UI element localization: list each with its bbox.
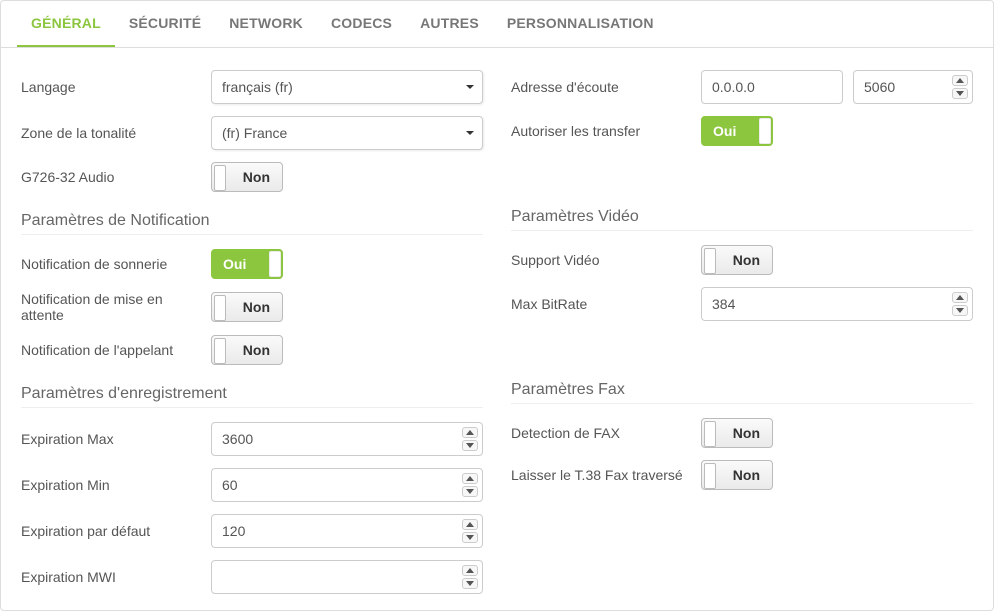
toggle-off-text: Non — [733, 252, 760, 268]
listen-port-field[interactable] — [864, 79, 962, 95]
chevron-down-icon — [466, 83, 474, 91]
spin-up[interactable] — [952, 75, 968, 86]
tab-general[interactable]: GÉNÉRAL — [17, 1, 115, 47]
toggle-handle — [704, 421, 716, 447]
spin-down[interactable] — [462, 486, 478, 497]
ring-notify-label: Notification de sonnerie — [21, 256, 211, 272]
tab-securite[interactable]: SÉCURITÉ — [115, 1, 215, 47]
listen-host-field[interactable] — [712, 79, 832, 95]
listen-port-input[interactable] — [853, 70, 973, 104]
video-heading: Paramètres Vidéo — [511, 208, 973, 226]
t38-passthrough-label: Laisser le T.38 Fax traversé — [511, 467, 701, 483]
spin-up[interactable] — [462, 519, 478, 530]
spinner — [952, 75, 968, 99]
spinner — [462, 519, 478, 543]
tonalite-select[interactable]: (fr) France — [211, 116, 483, 150]
toggle-off-text: Non — [733, 467, 760, 483]
expdef-field[interactable] — [222, 523, 472, 539]
toggle-on-text: Oui — [223, 256, 246, 272]
spin-up[interactable] — [952, 292, 968, 303]
expmax-field[interactable] — [222, 431, 472, 447]
chevron-down-icon — [466, 129, 474, 137]
tab-autres[interactable]: AUTRES — [406, 1, 493, 47]
listen-host-input[interactable] — [701, 70, 843, 104]
expmin-label: Expiration Min — [21, 477, 211, 493]
ring-notify-toggle[interactable]: Oui — [211, 249, 283, 279]
fax-detect-label: Detection de FAX — [511, 425, 701, 441]
video-support-toggle[interactable]: Non — [701, 245, 773, 275]
langage-select[interactable]: français (fr) — [211, 70, 483, 104]
expmin-input[interactable] — [211, 468, 483, 502]
tab-codecs[interactable]: CODECS — [317, 1, 406, 47]
spin-down[interactable] — [462, 440, 478, 451]
langage-select-value: français (fr) — [222, 79, 293, 95]
max-bitrate-input[interactable] — [701, 287, 973, 321]
spinner — [462, 565, 478, 589]
expmax-input[interactable] — [211, 422, 483, 456]
spin-up[interactable] — [462, 473, 478, 484]
cid-notify-toggle[interactable]: Non — [211, 335, 283, 365]
toggle-handle — [704, 463, 716, 489]
divider — [511, 403, 973, 404]
divider — [21, 234, 483, 235]
toggle-off-text: Non — [243, 299, 270, 315]
spinner — [462, 473, 478, 497]
toggle-handle — [704, 248, 716, 274]
allow-transfer-label: Autoriser les transfer — [511, 123, 701, 139]
toggle-on-text: Oui — [713, 123, 736, 139]
allow-transfer-toggle[interactable]: Oui — [701, 116, 773, 146]
spin-up[interactable] — [462, 427, 478, 438]
toggle-handle — [214, 338, 226, 364]
toggle-handle — [759, 118, 771, 144]
expmwi-field[interactable] — [222, 569, 472, 585]
expmin-field[interactable] — [222, 477, 472, 493]
tab-bar: GÉNÉRAL SÉCURITÉ NETWORK CODECS AUTRES P… — [1, 1, 993, 48]
spin-down[interactable] — [462, 578, 478, 589]
toggle-handle — [214, 165, 226, 191]
divider — [511, 230, 973, 231]
cid-notify-label: Notification de l'appelant — [21, 342, 211, 358]
hold-notify-toggle[interactable]: Non — [211, 292, 283, 322]
g726-label: G726-32 Audio — [21, 169, 211, 185]
registration-heading: Paramètres d'enregistrement — [21, 385, 483, 403]
fax-heading: Paramètres Fax — [511, 381, 973, 399]
langage-label: Langage — [21, 79, 211, 95]
tab-personnalisation[interactable]: PERSONNALISATION — [493, 1, 668, 47]
spin-down[interactable] — [952, 305, 968, 316]
expmwi-input[interactable] — [211, 560, 483, 594]
divider — [21, 407, 483, 408]
toggle-handle — [269, 251, 281, 277]
expdef-label: Expiration par défaut — [21, 523, 211, 539]
tab-network[interactable]: NETWORK — [215, 1, 317, 47]
max-bitrate-field[interactable] — [712, 296, 962, 312]
left-column: Langage français (fr) Zone de la tonalit… — [21, 64, 483, 600]
toggle-off-text: Non — [733, 425, 760, 441]
spin-up[interactable] — [462, 565, 478, 576]
video-support-label: Support Vidéo — [511, 252, 701, 268]
spin-down[interactable] — [462, 532, 478, 543]
toggle-handle — [214, 295, 226, 321]
listen-addr-label: Adresse d'écoute — [511, 79, 701, 95]
spinner — [462, 427, 478, 451]
tonalite-select-value: (fr) France — [222, 125, 287, 141]
notification-heading: Paramètres de Notification — [21, 212, 483, 230]
hold-notify-label: Notification de mise en attente — [21, 291, 211, 323]
right-column: Adresse d'écoute Autoriser les transfer — [511, 64, 973, 600]
g726-toggle[interactable]: Non — [211, 162, 283, 192]
expmax-label: Expiration Max — [21, 431, 211, 447]
max-bitrate-label: Max BitRate — [511, 296, 701, 312]
spinner — [952, 292, 968, 316]
expmwi-label: Expiration MWI — [21, 569, 211, 585]
tonalite-label: Zone de la tonalité — [21, 125, 211, 141]
expdef-input[interactable] — [211, 514, 483, 548]
toggle-off-text: Non — [243, 169, 270, 185]
toggle-off-text: Non — [243, 342, 270, 358]
fax-detect-toggle[interactable]: Non — [701, 418, 773, 448]
t38-passthrough-toggle[interactable]: Non — [701, 460, 773, 490]
spin-down[interactable] — [952, 88, 968, 99]
